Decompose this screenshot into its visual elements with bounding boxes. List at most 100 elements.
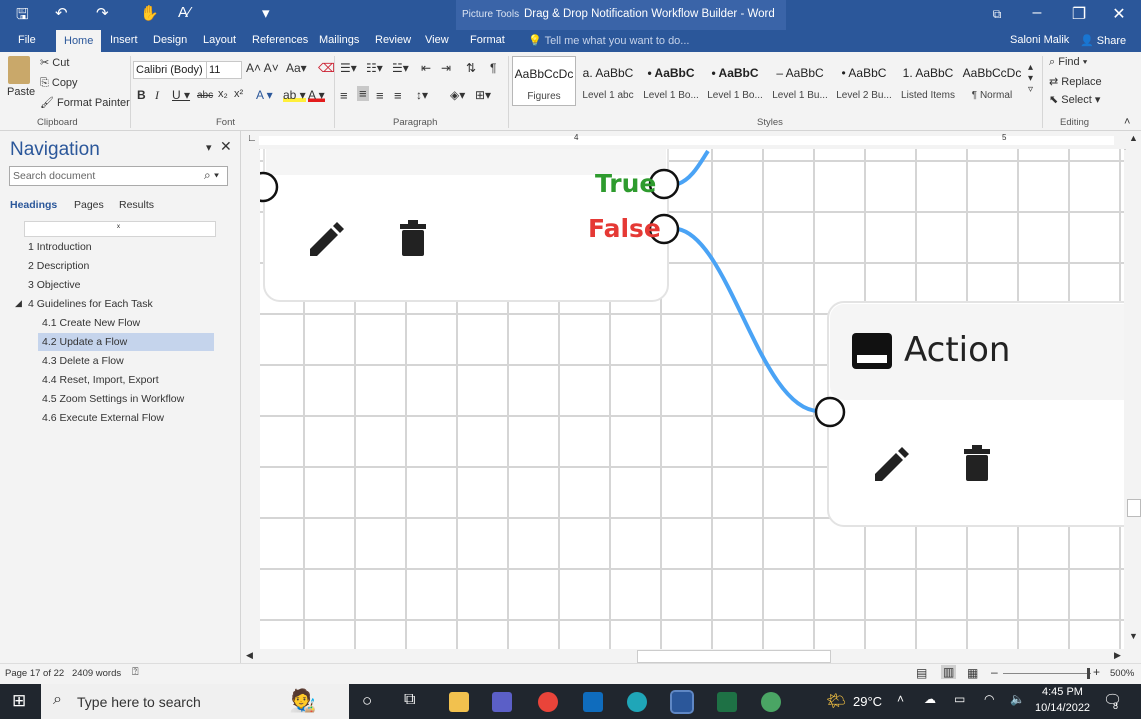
font-size-select[interactable]: 11 xyxy=(206,61,242,79)
tab-view[interactable]: View xyxy=(425,34,449,46)
tab-insert[interactable]: Insert xyxy=(110,34,138,46)
volume-icon[interactable]: 🔈 xyxy=(1010,692,1025,706)
nav-scroll-indicator[interactable]: ˣ xyxy=(24,221,216,237)
tab-layout[interactable]: Layout xyxy=(203,34,236,46)
tell-me-input[interactable]: 💡 Tell me what you want to do... xyxy=(528,34,689,47)
shading-icon[interactable]: ◈▾ xyxy=(450,88,465,102)
show-formatting-icon[interactable]: ¶ xyxy=(490,61,496,75)
align-left-icon[interactable]: ≡ xyxy=(340,88,348,103)
restore-button[interactable]: ❐ xyxy=(1064,4,1094,24)
chrome-icon[interactable] xyxy=(538,692,558,712)
tab-file[interactable]: File xyxy=(18,34,36,46)
paste-icon[interactable] xyxy=(8,56,30,84)
italic-icon[interactable]: I xyxy=(155,88,159,103)
font-name-select[interactable]: Calibri (Body) xyxy=(133,61,207,79)
zoom-out-icon[interactable]: – xyxy=(991,665,998,679)
nav-tab-results[interactable]: Results xyxy=(119,199,154,211)
styles-scroll-icon[interactable]: ▴ ▾ ▿ xyxy=(1028,62,1033,95)
underline-icon[interactable]: U ▾ xyxy=(172,88,190,102)
zoom-in-icon[interactable]: + xyxy=(1093,665,1100,679)
scroll-right-icon[interactable]: ▶ xyxy=(1114,650,1121,661)
nav-heading-item[interactable]: 4.6 Execute External Flow xyxy=(42,412,164,424)
nav-heading-item[interactable]: 2 Description xyxy=(28,260,89,272)
clock-time[interactable]: 4:45 PM xyxy=(1042,686,1083,698)
share-button[interactable]: 👤 Share xyxy=(1080,34,1126,47)
spelling-icon[interactable]: A⁄ xyxy=(178,4,191,21)
bullets-icon[interactable]: ☰▾ xyxy=(340,61,357,75)
tab-mailings[interactable]: Mailings xyxy=(319,34,359,46)
font-color-icon[interactable]: A ▾ xyxy=(308,88,325,102)
minimize-button[interactable]: – xyxy=(1022,4,1052,22)
tab-selector-icon[interactable]: ∟ xyxy=(247,133,257,144)
format-painter-button[interactable]: 🖌 Format Painter xyxy=(40,96,130,109)
save-icon[interactable]: 🖫 xyxy=(16,4,29,29)
zoom-slider[interactable] xyxy=(1003,673,1091,674)
battery-icon[interactable]: ▭ xyxy=(954,692,965,706)
customize-quick-access-icon[interactable]: ▾ xyxy=(262,4,270,22)
redo-icon[interactable]: ↷ xyxy=(96,4,109,22)
grow-font-icon[interactable]: A˄ A˅ xyxy=(246,61,279,75)
horizontal-ruler[interactable]: ∟ 4 5 xyxy=(243,131,1126,150)
text-effects-icon[interactable]: A ▾ xyxy=(256,88,273,102)
vertical-scroll-thumb[interactable] xyxy=(1127,499,1141,517)
outlook-icon[interactable] xyxy=(583,692,603,712)
collapse-ribbon-icon[interactable]: ˄ xyxy=(1124,116,1130,128)
print-layout-icon[interactable]: ▥ xyxy=(941,665,957,679)
increase-indent-icon[interactable]: ⇥ xyxy=(441,61,451,75)
style-level-2-bullet[interactable]: • AaBbC Level 2 Bu... xyxy=(833,56,895,104)
web-layout-icon[interactable]: ▦ xyxy=(967,666,978,680)
nav-heading-item[interactable]: 4.4 Reset, Import, Export xyxy=(42,374,159,386)
onedrive-icon[interactable]: ☁ xyxy=(924,692,936,706)
superscript-icon[interactable]: x² xyxy=(234,88,243,100)
chevron-up-icon[interactable]: ˄ xyxy=(897,692,904,706)
style-level-1-abc[interactable]: a. AaBbC Level 1 abc xyxy=(577,56,639,104)
numbering-icon[interactable]: ☷▾ xyxy=(366,61,383,75)
touch-mode-icon[interactable]: ✋ xyxy=(140,4,159,22)
undo-icon[interactable]: ↶ xyxy=(55,4,68,22)
align-center-icon[interactable]: ≡ xyxy=(357,86,369,101)
edge-icon[interactable] xyxy=(627,692,647,712)
proofing-icon[interactable]: ⍰ xyxy=(132,666,139,679)
cut-button[interactable]: ✂ Cut xyxy=(40,56,69,69)
clear-formatting-icon[interactable]: ⌫ xyxy=(318,61,335,75)
horizontal-scrollbar[interactable]: ◀ ▶ xyxy=(243,649,1126,663)
style-level-1-bold[interactable]: • AaBbC Level 1 Bo... xyxy=(640,56,702,104)
weather-icon[interactable]: 🌤 xyxy=(826,691,846,711)
page-count[interactable]: Page 17 of 22 xyxy=(5,668,64,679)
align-right-icon[interactable]: ≡ xyxy=(376,88,384,103)
nav-tab-pages[interactable]: Pages xyxy=(74,199,104,211)
style-level-1-bullet[interactable]: – AaBbC Level 1 Bu... xyxy=(769,56,831,104)
nav-heading-item[interactable]: 4.3 Delete a Flow xyxy=(42,355,124,367)
vertical-ruler[interactable] xyxy=(243,149,259,649)
tab-home[interactable]: Home xyxy=(56,30,102,52)
nav-search-input[interactable]: Search document ⌕ ▾ xyxy=(9,166,228,186)
strikethrough-icon[interactable]: abc xyxy=(197,90,213,101)
subscript-icon[interactable]: x₂ xyxy=(218,88,228,100)
change-case-icon[interactable]: Aa▾ xyxy=(286,61,307,75)
replace-button[interactable]: ⇄ Replace xyxy=(1049,75,1102,88)
copy-button[interactable]: ⎘ Copy xyxy=(40,77,78,90)
expand-triangle-icon[interactable]: ◢ xyxy=(15,298,22,309)
tab-review[interactable]: Review xyxy=(375,34,411,46)
excel-icon[interactable] xyxy=(717,692,737,712)
browser-icon[interactable] xyxy=(761,692,781,712)
tab-design[interactable]: Design xyxy=(153,34,187,46)
multilevel-list-icon[interactable]: ☱▾ xyxy=(392,61,409,75)
find-button[interactable]: ⌕ Find ▾ xyxy=(1049,56,1087,69)
search-icon[interactable]: ⌕ ▾ xyxy=(204,168,219,183)
file-explorer-icon[interactable] xyxy=(449,692,469,712)
nav-heading-item[interactable]: 3 Objective xyxy=(28,279,81,291)
tab-references[interactable]: References xyxy=(252,34,308,46)
bold-icon[interactable]: B xyxy=(137,88,146,102)
decrease-indent-icon[interactable]: ⇤ xyxy=(421,61,431,75)
taskbar-search-input[interactable]: ⌕ Type here to search 🧑‍🎨 xyxy=(41,684,349,719)
vertical-scrollbar[interactable]: ▲ ▼ xyxy=(1126,131,1141,649)
nav-options-icon[interactable]: ▾ xyxy=(206,141,212,154)
select-button[interactable]: ⬉ Select ▾ xyxy=(1049,93,1100,106)
document-canvas[interactable]: True False Action xyxy=(260,149,1124,649)
nav-heading-item[interactable]: 4 Guidelines for Each Task xyxy=(28,298,153,310)
paste-button[interactable]: Paste xyxy=(7,86,35,98)
nav-close-icon[interactable]: ✕ xyxy=(220,138,232,155)
zoom-slider-thumb[interactable] xyxy=(1087,668,1090,679)
wifi-icon[interactable]: ◠ xyxy=(984,692,994,706)
